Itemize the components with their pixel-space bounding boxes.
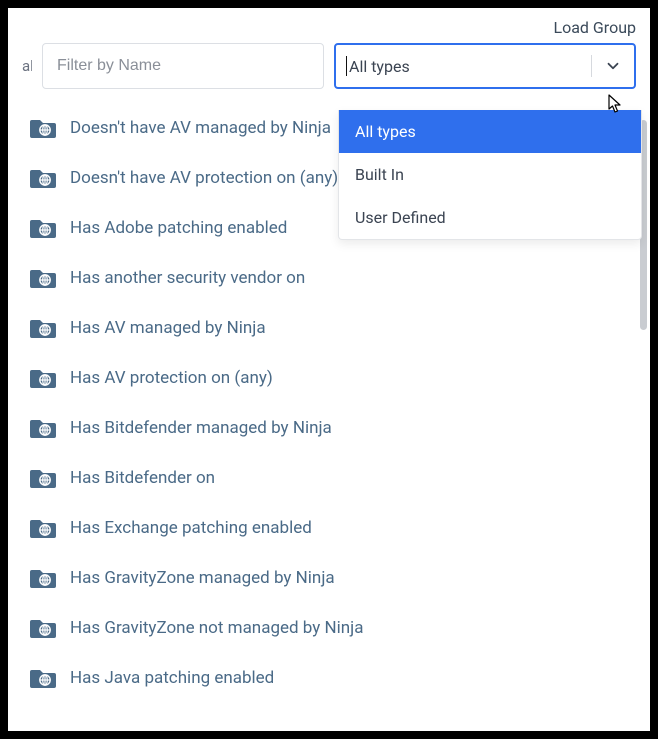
group-row[interactable]: Has AV managed by Ninja <box>30 303 636 353</box>
type-option[interactable]: All types <box>339 110 641 153</box>
group-label: Has Exchange patching enabled <box>70 518 312 538</box>
folder-globe-icon <box>30 467 56 489</box>
folder-globe-icon <box>30 117 56 139</box>
chevron-down-icon <box>604 57 622 75</box>
filter-by-name-input[interactable] <box>42 43 324 89</box>
group-label: Has another security vendor on <box>70 268 305 288</box>
cutoff-text: al <box>22 57 32 75</box>
group-label: Has Adobe patching enabled <box>70 218 287 238</box>
folder-globe-icon <box>30 567 56 589</box>
folder-globe-icon <box>30 317 56 339</box>
type-select[interactable]: All types <box>334 43 636 89</box>
folder-globe-icon <box>30 167 56 189</box>
group-label: Has Bitdefender managed by Ninja <box>70 418 332 438</box>
folder-globe-icon <box>30 517 56 539</box>
group-label: Has AV managed by Ninja <box>70 318 266 338</box>
filter-bar: al All types <box>8 43 650 99</box>
group-row[interactable]: Has GravityZone not managed by Ninja <box>30 603 636 653</box>
folder-globe-icon <box>30 667 56 689</box>
group-label: Has GravityZone not managed by Ninja <box>70 618 364 638</box>
group-label: Has Bitdefender on <box>70 468 215 488</box>
folder-globe-icon <box>30 267 56 289</box>
folder-globe-icon <box>30 617 56 639</box>
group-row[interactable]: Has Java patching enabled <box>30 653 636 703</box>
group-label: Has Java patching enabled <box>70 668 274 688</box>
type-select-value: All types <box>346 56 410 76</box>
group-row[interactable]: Has Bitdefender managed by Ninja <box>30 403 636 453</box>
group-label: Doesn't have AV managed by Ninja <box>70 118 331 138</box>
type-option[interactable]: User Defined <box>339 196 641 239</box>
group-label: Has AV protection on (any) <box>70 368 273 388</box>
type-select-label: All types <box>349 57 410 76</box>
group-row[interactable]: Has another security vendor on <box>30 253 636 303</box>
folder-globe-icon <box>30 217 56 239</box>
folder-globe-icon <box>30 367 56 389</box>
group-row[interactable]: Has Bitdefender on <box>30 453 636 503</box>
load-group-link[interactable]: Load Group <box>553 18 636 37</box>
group-label: Has GravityZone managed by Ninja <box>70 568 335 588</box>
group-row[interactable]: Has AV protection on (any) <box>30 353 636 403</box>
folder-globe-icon <box>30 417 56 439</box>
type-option[interactable]: Built In <box>339 153 641 196</box>
type-dropdown[interactable]: All typesBuilt InUser Defined <box>338 110 642 240</box>
text-cursor <box>346 56 347 76</box>
group-label: Doesn't have AV protection on (any) <box>70 168 338 188</box>
group-row[interactable]: Has GravityZone managed by Ninja <box>30 553 636 603</box>
select-separator <box>591 55 592 77</box>
group-row[interactable]: Has Exchange patching enabled <box>30 503 636 553</box>
